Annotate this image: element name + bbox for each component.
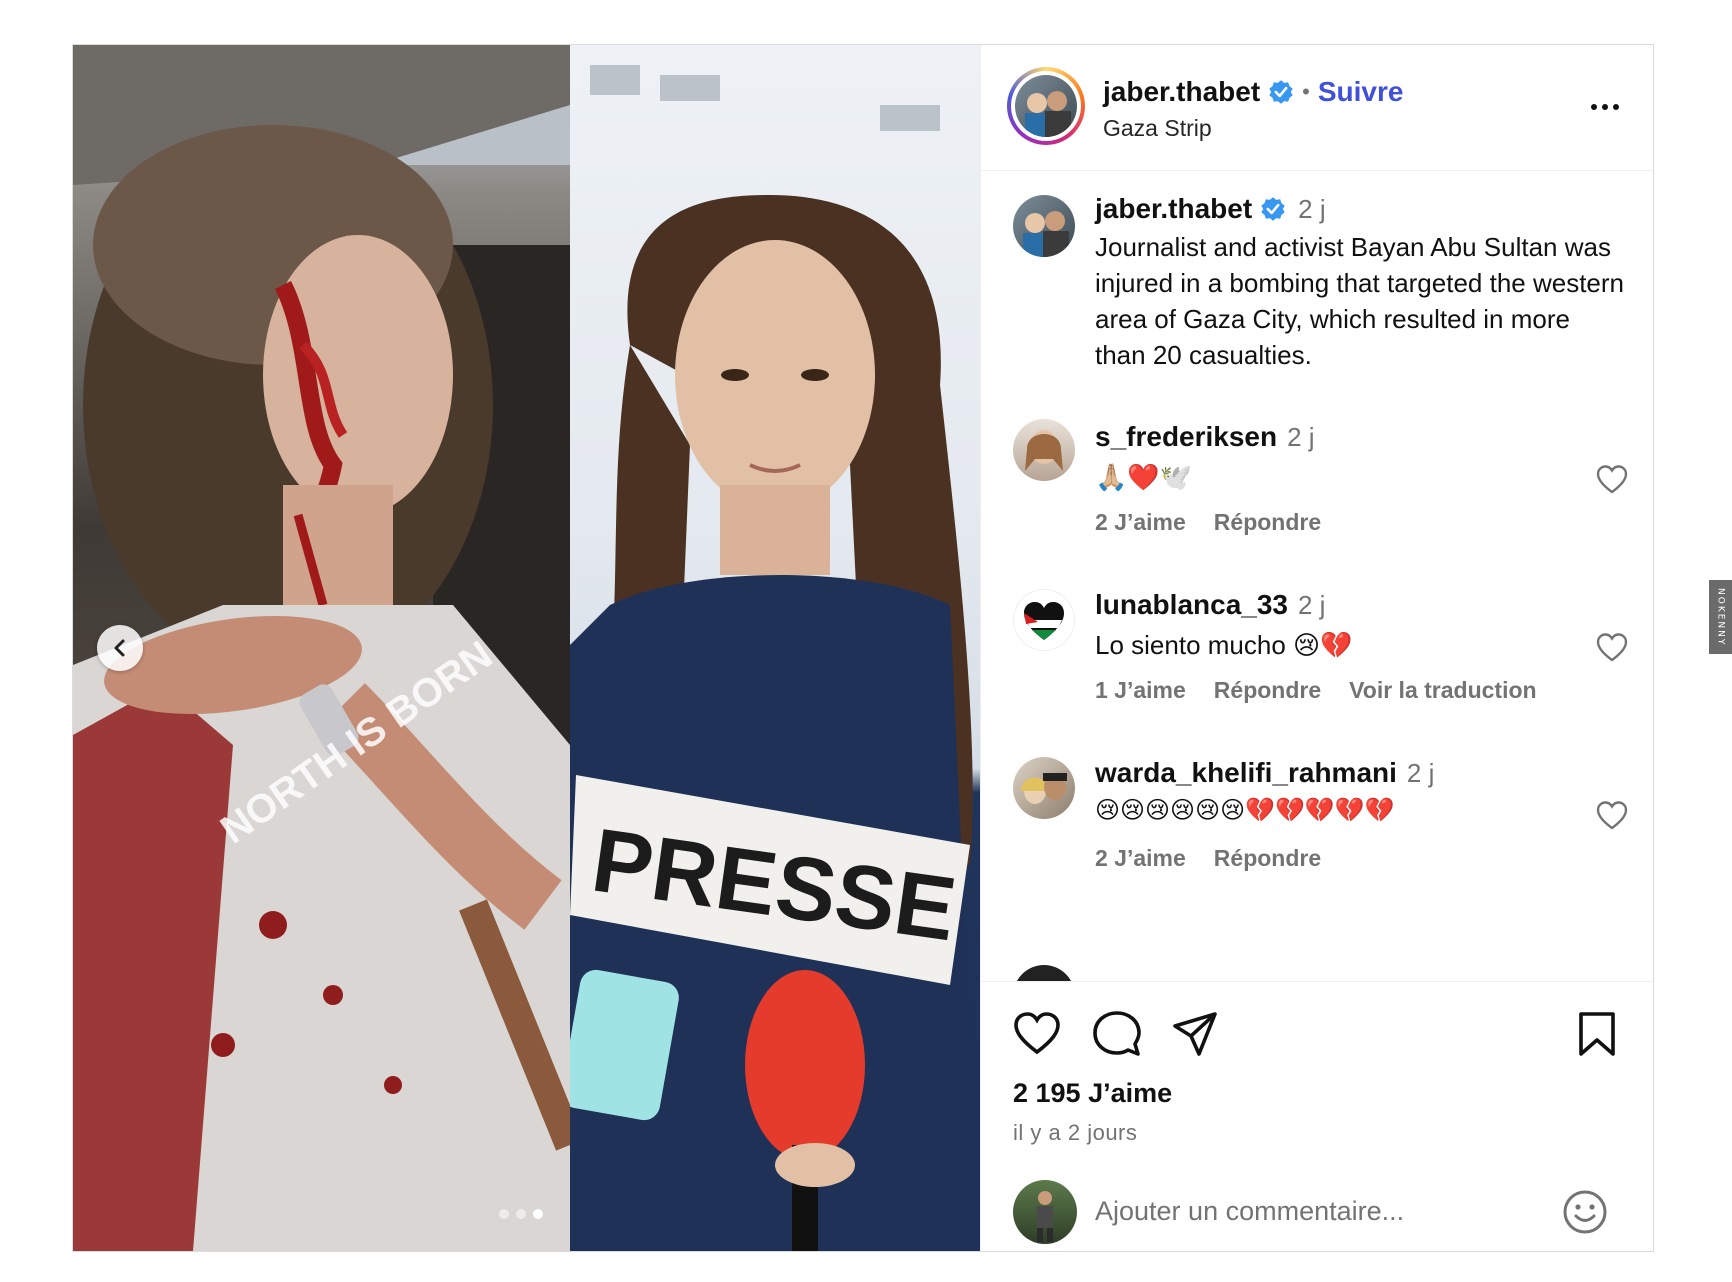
comment-header: lunablanca_33 2 j	[1095, 589, 1325, 621]
watermark-tab: NOKENNY	[1709, 580, 1732, 654]
speech-bubble-icon[interactable]	[1091, 1008, 1143, 1060]
comment-header: warda_khelifi_rahmani 2 j	[1095, 757, 1434, 789]
carousel-dot	[499, 1209, 509, 1219]
comment-likes[interactable]: 1 J’aime	[1095, 677, 1186, 704]
next-commenter-avatar[interactable]	[1013, 965, 1075, 981]
ellipsis-dot	[1602, 104, 1608, 110]
carousel-dot	[516, 1209, 526, 1219]
comment-reply-button[interactable]: Répondre	[1214, 845, 1321, 872]
post-location[interactable]: Gaza Strip	[1103, 115, 1212, 142]
comment-time[interactable]: 2 j	[1287, 422, 1314, 452]
comment-username[interactable]: warda_khelifi_rahmani	[1095, 757, 1397, 788]
caption-username[interactable]: jaber.thabet	[1095, 193, 1252, 225]
instagram-post-modal: NORTH IS BORN PRESSE jaber.thabet • Suiv…	[72, 44, 1654, 1252]
comment-time[interactable]: 2 j	[1407, 758, 1434, 788]
comment-text: 🙏🏼❤️🕊️	[1095, 462, 1193, 492]
follow-button[interactable]: Suivre	[1318, 76, 1404, 108]
verified-badge-icon	[1269, 80, 1293, 104]
comment-username[interactable]: s_frederiksen	[1095, 421, 1277, 452]
comment-heart-icon[interactable]	[1595, 799, 1629, 833]
smiley-icon[interactable]	[1561, 1188, 1609, 1236]
post-actions-footer: 2 195 J’aime il y a 2 jours	[981, 981, 1653, 1251]
header-separator: •	[1302, 79, 1310, 104]
caption-text: Journalist and activist Bayan Abu Sultan…	[1095, 232, 1625, 370]
comment-input[interactable]	[1093, 1188, 1527, 1234]
comment-username[interactable]: lunablanca_33	[1095, 589, 1288, 620]
photo-injured-journalist: NORTH IS BORN	[73, 45, 570, 1251]
comment-time[interactable]: 2 j	[1298, 590, 1325, 620]
comment-text: Lo siento mucho 😢💔	[1095, 630, 1353, 660]
comment-heart-icon[interactable]	[1595, 463, 1629, 497]
comments-list[interactable]: jaber.thabet 2 j Journalist and activist…	[981, 171, 1653, 981]
ellipsis-dot	[1613, 104, 1619, 110]
author-username[interactable]: jaber.thabet	[1103, 76, 1260, 108]
comment-likes[interactable]: 2 J’aime	[1095, 509, 1186, 536]
bookmark-icon[interactable]	[1571, 1008, 1623, 1060]
post-timestamp[interactable]: il y a 2 jours	[1013, 1120, 1137, 1146]
caption-author-avatar[interactable]	[1013, 195, 1075, 257]
likes-count[interactable]: 2 195 J’aime	[1013, 1078, 1172, 1109]
see-translation-button[interactable]: Voir la traduction	[1349, 677, 1536, 704]
post-header: jaber.thabet • Suivre Gaza Strip	[981, 45, 1653, 171]
avatar-image	[1021, 773, 1067, 804]
avatar-image	[1037, 1191, 1053, 1242]
carousel-indicator	[499, 1209, 543, 1219]
comment-actions: 2 J’aime Répondre	[1095, 509, 1321, 536]
comment-actions: 1 J’aime Répondre Voir la traduction	[1095, 677, 1537, 704]
avatar-image	[1023, 211, 1069, 257]
avatar-image	[1025, 430, 1063, 471]
carousel-dot-active	[533, 1209, 543, 1219]
current-user-avatar	[1013, 1180, 1077, 1244]
comment-reply-button[interactable]: Répondre	[1214, 509, 1321, 536]
add-comment-bar	[981, 1168, 1653, 1251]
author-avatar[interactable]	[1007, 67, 1085, 145]
commenter-avatar[interactable]	[1013, 589, 1075, 651]
comment-likes[interactable]: 2 J’aime	[1095, 845, 1186, 872]
verified-badge-icon	[1261, 197, 1285, 221]
comment-actions: 2 J’aime Répondre	[1095, 845, 1321, 872]
comment-heart-icon[interactable]	[1595, 631, 1629, 665]
caption-header: jaber.thabet 2 j	[1095, 193, 1326, 225]
comment-header: s_frederiksen 2 j	[1095, 421, 1315, 453]
comment-text: 😢😢😢😢😢😢💔💔💔💔💔	[1095, 797, 1395, 824]
heart-icon[interactable]	[1011, 1008, 1063, 1060]
header-user-line: jaber.thabet • Suivre	[1103, 76, 1403, 108]
carousel-prev-button[interactable]	[97, 625, 143, 671]
avatar-image	[1024, 602, 1064, 640]
post-media[interactable]: NORTH IS BORN PRESSE	[73, 45, 980, 1251]
commenter-avatar[interactable]	[1013, 757, 1075, 819]
paper-plane-icon[interactable]	[1169, 1008, 1221, 1060]
more-options-button[interactable]	[1585, 93, 1625, 121]
commenter-avatar[interactable]	[1013, 419, 1075, 481]
photo-press-portrait: PRESSE	[570, 45, 980, 1251]
comment-reply-button[interactable]: Répondre	[1214, 677, 1321, 704]
ellipsis-icon	[1591, 104, 1597, 110]
post-side-panel: jaber.thabet • Suivre Gaza Strip jaber.t…	[980, 45, 1653, 1251]
avatar-image	[1025, 91, 1071, 137]
chevron-left-icon	[114, 639, 125, 657]
caption-time[interactable]: 2 j	[1298, 194, 1325, 225]
